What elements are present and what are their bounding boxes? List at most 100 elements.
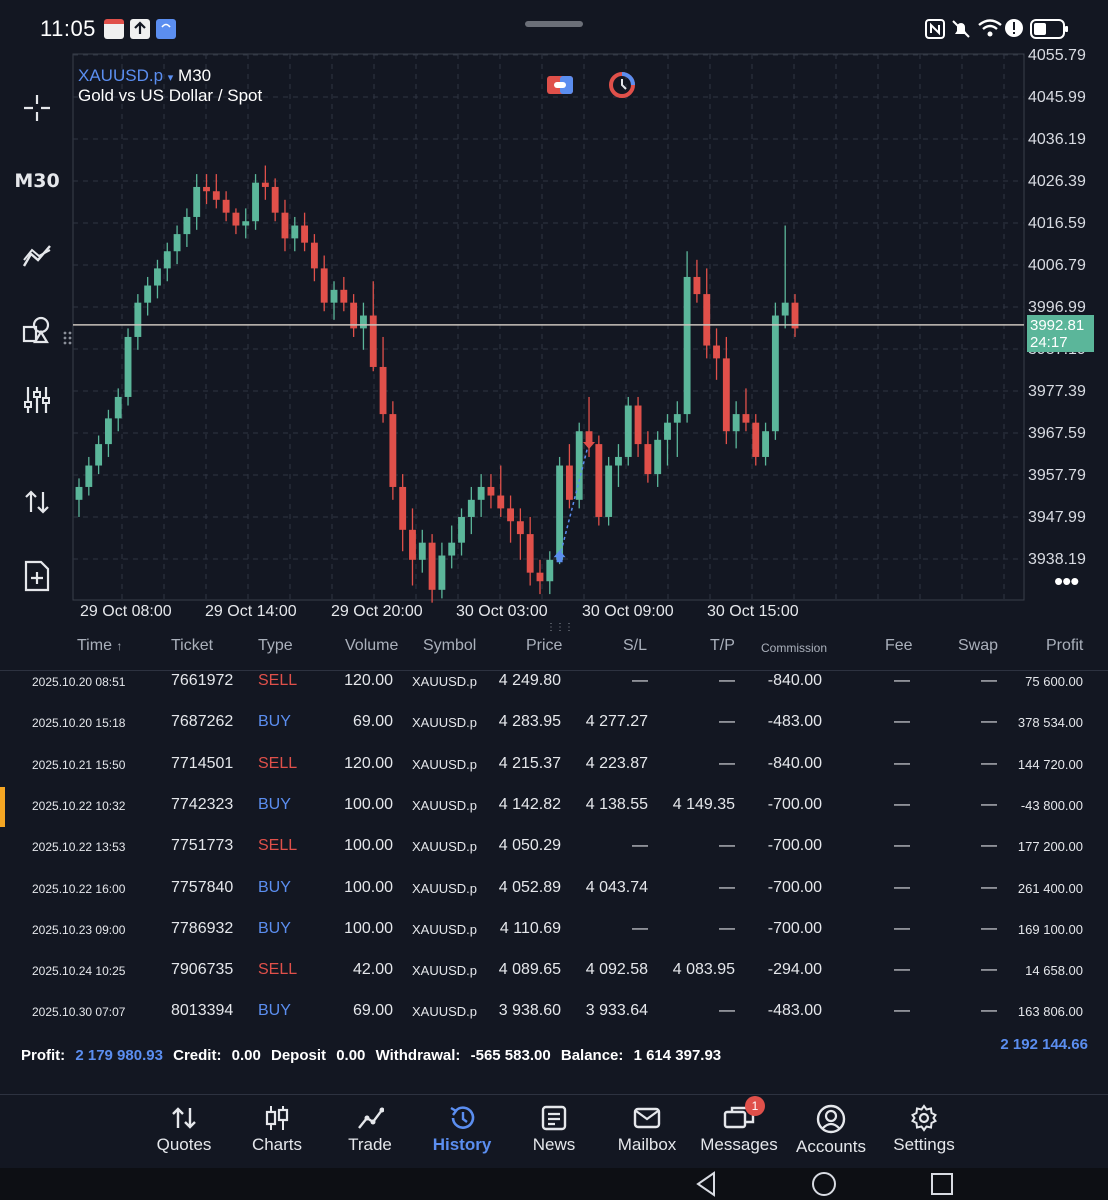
cell-commission: -294.00 bbox=[767, 961, 822, 979]
drag-dot bbox=[68, 341, 72, 345]
candle-body bbox=[624, 405, 632, 457]
cell-fee: — bbox=[894, 713, 910, 731]
candle-body bbox=[203, 186, 210, 192]
nav-history[interactable]: History bbox=[416, 1104, 508, 1155]
candle-body bbox=[546, 559, 554, 582]
header-divider bbox=[0, 670, 1108, 671]
nav-accounts[interactable]: Accounts bbox=[785, 1104, 877, 1157]
nav-mailbox[interactable]: Mailbox bbox=[601, 1104, 693, 1155]
summary-balance: 1 614 397.93 bbox=[633, 1047, 722, 1064]
col-time-label: Time bbox=[77, 637, 112, 654]
back-icon[interactable] bbox=[694, 1171, 720, 1197]
cell-sl: 3 933.64 bbox=[585, 1002, 648, 1020]
quotes-icon bbox=[172, 1107, 196, 1129]
current-price: 3992.81 bbox=[1030, 317, 1085, 334]
col-header-tp[interactable]: T/P bbox=[710, 637, 735, 655]
cell-volume: 100.00 bbox=[344, 837, 393, 855]
candle-body bbox=[762, 431, 770, 457]
col-header-profit[interactable]: Profit bbox=[1046, 637, 1083, 655]
chart-symbol: XAUUSD.p bbox=[78, 66, 164, 85]
col-header-ticket[interactable]: Ticket bbox=[171, 637, 213, 655]
chart-description: Gold vs US Dollar / Spot bbox=[78, 86, 263, 105]
candle-body bbox=[664, 422, 671, 440]
cell-volume: 120.00 bbox=[344, 754, 393, 772]
cell-commission: -700.00 bbox=[767, 878, 822, 896]
col-header-symbol[interactable]: Symbol bbox=[423, 637, 476, 655]
summary-total: 2 192 144.66 bbox=[1000, 1036, 1088, 1053]
cell-swap: — bbox=[981, 713, 997, 731]
nav-quotes[interactable]: Quotes bbox=[138, 1104, 230, 1155]
price-axis-label: 4026.39 bbox=[1028, 173, 1086, 190]
nav-news[interactable]: News bbox=[508, 1104, 600, 1155]
col-header-sl[interactable]: S/L bbox=[623, 637, 647, 655]
cell-swap: — bbox=[981, 837, 997, 855]
cell-commission: -840.00 bbox=[767, 672, 822, 689]
candle-body bbox=[144, 285, 152, 303]
resize-handle-icon[interactable]: ⋮⋮⋮ bbox=[546, 622, 574, 633]
candles-icon bbox=[265, 1106, 289, 1130]
chart-timeframe: M30 bbox=[178, 66, 212, 85]
candle-body bbox=[183, 216, 191, 235]
more-options-icon[interactable]: ••• bbox=[1054, 566, 1079, 597]
candle-body bbox=[438, 555, 446, 590]
cell-profit: 14 658.00 bbox=[1025, 963, 1083, 979]
candle-body bbox=[448, 542, 456, 556]
cell-type: SELL bbox=[258, 754, 298, 772]
cell-type: BUY bbox=[258, 878, 291, 896]
candle-body bbox=[615, 456, 622, 466]
home-icon[interactable] bbox=[810, 1171, 838, 1199]
col-header-fee[interactable]: Fee bbox=[885, 637, 913, 655]
cell-type: BUY bbox=[258, 919, 291, 937]
cell-symbol: XAUUSD.p bbox=[412, 880, 478, 896]
nav-charts[interactable]: Charts bbox=[231, 1104, 323, 1155]
cell-ticket: 7661972 bbox=[171, 672, 234, 689]
cell-symbol: XAUUSD.p bbox=[412, 963, 478, 979]
history-summary: Profit: 2 179 980.93 Credit: 0.00 Deposi… bbox=[21, 1047, 727, 1064]
cell-volume: 69.00 bbox=[352, 1002, 393, 1020]
summary-withdrawal-label: Withdrawal: bbox=[375, 1047, 461, 1064]
candle-body bbox=[654, 439, 662, 475]
cell-price: 4 249.80 bbox=[498, 672, 561, 689]
one-click-trading-icon[interactable] bbox=[546, 74, 574, 96]
cell-profit: 261 400.00 bbox=[1017, 880, 1083, 896]
col-header-price[interactable]: Price bbox=[526, 637, 562, 655]
candle-body bbox=[526, 534, 534, 573]
cell-profit: 163 806.00 bbox=[1017, 1004, 1083, 1020]
cell-sl: — bbox=[632, 672, 648, 689]
cell-type: SELL bbox=[258, 961, 298, 979]
candle-body bbox=[212, 191, 220, 200]
candle-body bbox=[575, 431, 583, 500]
candle-body bbox=[703, 294, 711, 346]
candle-body bbox=[771, 315, 779, 432]
cell-fee: — bbox=[894, 961, 910, 979]
time-axis-label: 30 Oct 09:00 bbox=[582, 603, 674, 620]
time-axis-label: 30 Oct 03:00 bbox=[456, 603, 548, 620]
candle-body bbox=[722, 358, 730, 432]
cell-commission: -700.00 bbox=[767, 795, 822, 813]
nav-settings[interactable]: Settings bbox=[878, 1104, 970, 1155]
candle-body bbox=[114, 396, 122, 419]
cell-commission: -483.00 bbox=[767, 713, 822, 731]
candle-body bbox=[565, 465, 573, 500]
recents-icon[interactable] bbox=[930, 1172, 954, 1196]
cell-price: 4 110.69 bbox=[499, 919, 561, 937]
price-axis-label: 3967.59 bbox=[1028, 425, 1086, 442]
cell-price: 4 283.95 bbox=[498, 713, 561, 731]
col-header-type[interactable]: Type bbox=[258, 637, 293, 655]
candle-body bbox=[693, 276, 701, 295]
col-header-commission[interactable]: Commission bbox=[761, 641, 827, 655]
nav-trade[interactable]: Trade bbox=[324, 1104, 416, 1155]
nav-messages[interactable]: 1 Messages bbox=[693, 1096, 785, 1155]
cell-fee: — bbox=[894, 878, 910, 896]
nav-settings-label: Settings bbox=[893, 1135, 955, 1154]
summary-deposit-label: Deposit bbox=[271, 1047, 327, 1064]
col-header-volume[interactable]: Volume bbox=[345, 637, 398, 655]
chart-symbol-header[interactable]: XAUUSD.p ▾ M30 bbox=[78, 66, 211, 86]
cell-ticket: 7757840 bbox=[171, 878, 234, 896]
col-header-time[interactable]: Time ↑ bbox=[77, 637, 122, 655]
clock-icon[interactable] bbox=[608, 71, 636, 99]
candle-body bbox=[193, 186, 201, 217]
col-header-swap[interactable]: Swap bbox=[958, 637, 998, 655]
messages-badge: 1 bbox=[745, 1096, 765, 1116]
cell-price: 4 050.29 bbox=[498, 837, 561, 855]
